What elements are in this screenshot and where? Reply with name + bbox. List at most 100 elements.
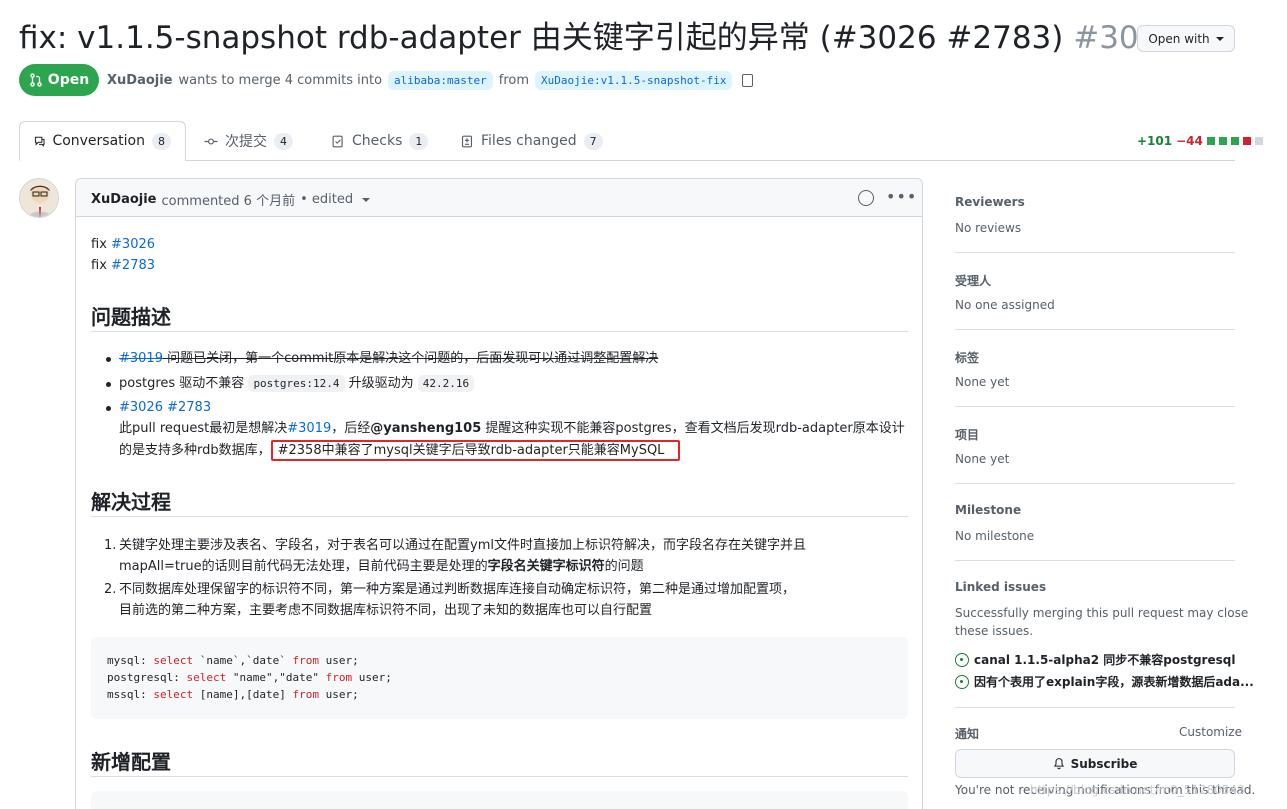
avatar-image (20, 179, 58, 217)
tab-conversation[interactable]: Conversation 8 (19, 121, 186, 161)
linked-issue[interactable]: 因有个表用了explain字段，源表新增数据后ada... (955, 673, 1254, 690)
tab-counter: 8 (152, 132, 171, 150)
avatar[interactable] (19, 178, 59, 218)
assignee-heading[interactable]: 受理人 (955, 272, 991, 289)
tab-label: 次提交 (225, 134, 267, 150)
labels-heading[interactable]: 标签 (955, 349, 979, 366)
text: mapAll=true的话则目前代码无法处理，目前代码主要是处理的 (119, 559, 488, 574)
ordered-item-line: mapAll=true的话则目前代码无法处理，目前代码主要是处理的字段名关键字标… (119, 556, 644, 577)
milestone-heading[interactable]: Milestone (955, 503, 1021, 517)
subscribe-button[interactable]: Subscribe (955, 749, 1235, 778)
code-block (91, 791, 908, 809)
issue-link[interactable]: #2783 (111, 258, 155, 273)
text: 此pull request最初是想解决 (119, 421, 288, 436)
text: ，后经 (331, 421, 371, 436)
pr-title-text: fix: v1.1.5-snapshot rdb-adapter 由关键字引起的… (19, 20, 1064, 56)
code-keyword: select (153, 688, 194, 701)
tab-counter: 7 (583, 132, 603, 150)
issue-link[interactable]: #3019 (287, 421, 331, 436)
tab-commits[interactable]: 次提交 4 (190, 121, 307, 161)
open-with-button[interactable]: Open with (1137, 25, 1235, 52)
code-text: user; (318, 654, 359, 667)
list-item: #3026 #2783 (119, 397, 211, 418)
issue-opened-icon (955, 674, 969, 689)
notifications-heading: 通知 (955, 727, 980, 741)
tab-checks[interactable]: Checks 1 (317, 121, 442, 161)
comment-action: commented 6 个月前 (161, 194, 296, 209)
tab-files-changed[interactable]: Files changed 7 (446, 121, 617, 161)
commit-icon (204, 137, 218, 145)
diffstat-block (1218, 137, 1227, 145)
text: 的是支持多种rdb数据库， (119, 443, 271, 458)
tab-counter: 1 (409, 132, 429, 150)
diffstat: +101 −44 (1137, 134, 1263, 148)
edited-dropdown[interactable]: • edited (300, 192, 353, 207)
assignee-value: No one assigned (955, 298, 1055, 312)
diffstat-block (1254, 137, 1263, 145)
comment-icon (34, 136, 45, 147)
tab-label: Checks (352, 133, 403, 149)
issue-opened-icon (955, 652, 969, 667)
state-label: Open (47, 72, 90, 88)
code-text: mssql: (107, 688, 154, 701)
code-text: user; (352, 671, 392, 684)
heading-rule (91, 516, 908, 517)
merge-text: wants to merge 4 commits into (178, 73, 383, 88)
state-badge: Open (19, 64, 99, 96)
text: postgres 驱动不兼容 (119, 376, 249, 391)
list-item: postgres 驱动不兼容 postgres:12.4 升级驱动为 42.2.… (119, 373, 475, 394)
list-item-line: 此pull request最初是想解决#3019，后经@yansheng105 … (119, 418, 905, 439)
code-keyword: select (153, 654, 194, 667)
sidebar-divider (955, 252, 1235, 253)
strike-text: 问题已关闭，第一个commit原本是解决这个问题的，后面发现可以通过调整配置解决 (162, 351, 659, 366)
fix-label: fix (91, 258, 107, 273)
bell-icon (1053, 758, 1064, 770)
projects-heading[interactable]: 项目 (955, 426, 979, 443)
bullet (106, 357, 111, 362)
issue-link[interactable]: #3026 (111, 237, 155, 252)
heading-rule (91, 331, 908, 332)
comment-author[interactable]: XuDaojie (91, 192, 157, 207)
linked-issues-heading: Linked issues (955, 580, 1047, 594)
issue-link[interactable]: #2783 (167, 400, 211, 415)
diffstat-deletions: −44 (1176, 134, 1203, 148)
list-item: #3019 问题已关闭，第一个commit原本是解决这个问题的，后面发现可以通过… (119, 348, 658, 369)
smiley-icon[interactable] (858, 190, 874, 206)
user-mention[interactable]: @yansheng105 (370, 421, 481, 436)
customize-link[interactable]: Customize (1179, 725, 1242, 739)
linked-issue[interactable]: canal 1.1.5-alpha2 同步不兼容postgresql (955, 651, 1235, 668)
comment-box: XuDaojie commented 6 个月前 • edited ••• fi… (75, 178, 923, 809)
heading-config: 新增配置 (91, 750, 171, 774)
tab-counter: 4 (274, 132, 293, 150)
tab-label: Conversation (52, 133, 145, 149)
ordered-item-line: 关键字处理主要涉及表名、字段名，对于表名可以通过在配置yml文件时直接加上标识符… (119, 538, 806, 553)
sidebar-divider (955, 707, 1235, 708)
copy-icon[interactable] (742, 74, 754, 87)
projects-value: None yet (955, 452, 1010, 466)
code-text: postgresql: (107, 671, 187, 684)
chevron-down-icon[interactable] (362, 197, 371, 202)
from-text: from (498, 73, 530, 88)
fix-line-1: fix #3026 (91, 234, 155, 255)
code-keyword: from (292, 688, 319, 701)
labels-value: None yet (955, 375, 1010, 389)
highlight-box: #2358中兼容了mysql关键字后导致rdb-adapter只能兼容MySQL (270, 440, 681, 461)
pr-meta: XuDaojie wants to merge 4 commits into a… (107, 71, 754, 90)
head-branch[interactable]: XuDaojie:v1.1.5-snapshot-fix (535, 71, 733, 90)
linked-issue-title[interactable]: canal 1.1.5-alpha2 同步不兼容postgresql (974, 651, 1235, 668)
issue-link[interactable]: #3019 (119, 351, 163, 366)
open-with-label: Open with (1148, 31, 1210, 46)
code-block: mysql: select `name`,`date` from user; p… (91, 637, 908, 719)
reviewers-heading[interactable]: Reviewers (955, 195, 1025, 209)
list-number: 1. (104, 538, 117, 553)
text: 的问题 (604, 559, 644, 574)
linked-issue-title[interactable]: 因有个表用了explain字段，源表新增数据后ada... (974, 673, 1254, 690)
comment-header: XuDaojie commented 6 个月前 • edited ••• (76, 179, 922, 217)
base-branch[interactable]: alibaba:master (388, 71, 493, 90)
tab-label: Files changed (481, 133, 577, 149)
kebab-icon[interactable]: ••• (886, 187, 917, 206)
issue-link[interactable]: #3026 (119, 400, 163, 415)
code-line: mysql: select `name`,`date` from user; (107, 654, 359, 667)
author-link[interactable]: XuDaojie (107, 73, 173, 88)
inline-code: 42.2.16 (417, 375, 475, 392)
